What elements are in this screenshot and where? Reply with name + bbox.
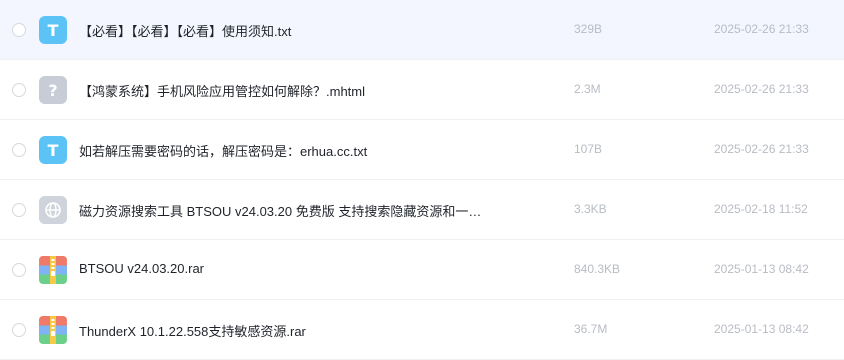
file-size: 2.3M [574,82,601,96]
unknown-file-icon: ? [39,76,67,104]
file-row[interactable]: T 如若解压需要密码的话，解压密码是：erhua.cc.txt 107B 202… [0,120,844,180]
file-date: 2025-01-13 08:42 [714,262,809,276]
row-checkbox[interactable] [12,203,26,217]
row-checkbox[interactable] [12,23,26,37]
row-checkbox[interactable] [12,143,26,157]
row-checkbox[interactable] [12,323,26,337]
file-name[interactable]: 如若解压需要密码的话，解压密码是：erhua.cc.txt [79,141,367,160]
file-date: 2025-02-26 21:33 [714,142,809,156]
txt-file-icon: T [39,136,67,164]
file-date: 2025-01-13 08:42 [714,322,809,336]
file-name[interactable]: 磁力资源搜索工具 BTSOU v24.03.20 免费版 支持搜索隐藏资源和一… [79,201,481,220]
file-size: 36.7M [574,322,608,336]
file-size: 329B [574,22,603,36]
file-row[interactable]: BTSOU v24.03.20.rar 840.3KB 2025-01-13 0… [0,240,844,300]
rar-archive-icon [39,256,67,284]
file-row[interactable]: ? 【鸿蒙系统】手机风险应用管控如何解除？.mhtml 2.3M 2025-02… [0,60,844,120]
file-list: T 【必看】【必看】【必看】使用须知.txt 329B 2025-02-26 2… [0,0,844,360]
file-size: 3.3KB [574,202,607,216]
file-name[interactable]: 【必看】【必看】【必看】使用须知.txt [79,21,291,40]
file-row[interactable]: T 【必看】【必看】【必看】使用须知.txt 329B 2025-02-26 2… [0,0,844,60]
row-checkbox[interactable] [12,263,26,277]
rar-archive-icon [39,316,67,344]
file-row[interactable]: 磁力资源搜索工具 BTSOU v24.03.20 免费版 支持搜索隐藏资源和一…… [0,180,844,240]
file-date: 2025-02-18 11:52 [714,202,808,216]
file-size: 840.3KB [574,262,621,276]
file-name[interactable]: 【鸿蒙系统】手机风险应用管控如何解除？.mhtml [79,81,365,100]
file-date: 2025-02-26 21:33 [714,22,809,36]
row-checkbox[interactable] [12,83,26,97]
file-date: 2025-02-26 21:33 [714,82,809,96]
file-name[interactable]: ThunderX 10.1.22.558支持敏感资源.rar [79,321,306,340]
file-size: 107B [574,142,603,156]
file-row[interactable]: ThunderX 10.1.22.558支持敏感资源.rar 36.7M 202… [0,300,844,360]
link-file-icon [39,196,67,224]
file-name[interactable]: BTSOU v24.03.20.rar [79,261,204,276]
txt-file-icon: T [39,16,67,44]
